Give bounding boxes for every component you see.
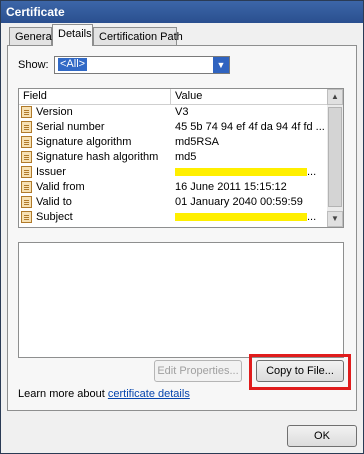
tab-general[interactable]: General [9, 27, 55, 45]
column-header-value[interactable]: Value [171, 89, 328, 104]
field-name: Issuer [36, 166, 66, 178]
vertical-scrollbar[interactable]: ▲ ▼ [327, 89, 343, 227]
list-item[interactable]: Version V3 [19, 105, 328, 120]
field-value: md5RSA [175, 136, 220, 148]
field-value-redacted: ... [175, 165, 325, 180]
field-name: Signature algorithm [36, 136, 132, 148]
field-name: Serial number [36, 121, 105, 133]
edit-properties-button[interactable]: Edit Properties... [154, 360, 242, 382]
list-item[interactable]: Serial number 45 5b 74 94 ef 4f da 94 4f… [19, 120, 328, 135]
list-item[interactable]: Signature algorithm md5RSA [19, 135, 328, 150]
title-bar[interactable]: Certificate [1, 1, 363, 23]
show-dropdown[interactable]: <All> ▼ [54, 56, 230, 74]
field-value: 16 June 2011 15:15:12 [175, 181, 287, 193]
certificate-field-icon [21, 166, 32, 178]
tab-certification-path-label: Certification Path [99, 31, 183, 43]
list-rows: Version V3 Serial number 45 5b 74 94 ef … [19, 105, 328, 225]
chevron-down-icon[interactable]: ▼ [213, 57, 229, 73]
field-name: Subject [36, 211, 73, 223]
field-name: Valid to [36, 196, 72, 208]
certificate-field-icon [21, 211, 32, 223]
column-header-field[interactable]: Field [19, 89, 171, 104]
certificate-field-icon [21, 196, 32, 208]
field-name: Version [36, 106, 73, 118]
learn-more-text: Learn more about certificate details [18, 388, 190, 400]
window-title: Certificate [6, 5, 65, 19]
list-item[interactable]: Issuer ... [19, 165, 328, 180]
certificate-field-icon [21, 106, 32, 118]
tab-details-label: Details [58, 28, 92, 40]
list-header: Field Value [19, 89, 328, 105]
field-value-redacted: ... [175, 210, 325, 225]
certificate-field-icon [21, 121, 32, 133]
field-value: 01 January 2040 00:59:59 [175, 196, 303, 208]
field-name: Valid from [36, 181, 85, 193]
field-value: ... [307, 166, 317, 178]
scroll-down-icon[interactable]: ▼ [327, 211, 343, 227]
field-value: V3 [175, 106, 189, 118]
field-name: Signature hash algorithm [36, 151, 159, 163]
list-item[interactable]: Subject ... [19, 210, 328, 225]
fields-list[interactable]: Field Value Version V3 Serial number 45 … [18, 88, 344, 228]
list-item[interactable]: Signature hash algorithm md5 [19, 150, 328, 165]
scroll-up-icon[interactable]: ▲ [327, 89, 343, 105]
certificate-field-icon [21, 181, 32, 193]
ok-button[interactable]: OK [287, 425, 357, 447]
details-panel: Show: <All> ▼ Field Value Version V3 Ser… [7, 45, 357, 411]
field-detail-textbox[interactable] [18, 242, 344, 358]
list-item[interactable]: Valid from 16 June 2011 15:15:12 [19, 180, 328, 195]
field-value: 45 5b 74 94 ef 4f da 94 4f fd ... [175, 121, 325, 133]
certificate-field-icon [21, 151, 32, 163]
certificate-dialog: Certificate General Details Certificatio… [0, 0, 364, 454]
learn-more-prefix: Learn more about [18, 388, 108, 400]
tab-general-label: General [15, 31, 55, 43]
redaction-highlight [175, 213, 307, 222]
show-selected-value: <All> [58, 58, 88, 71]
copy-to-file-button[interactable]: Copy to File... [256, 360, 344, 382]
tab-details[interactable]: Details [52, 24, 93, 46]
certificate-details-link[interactable]: certificate details [108, 388, 190, 400]
certificate-field-icon [21, 136, 32, 148]
field-value: md5 [175, 151, 197, 163]
scroll-thumb[interactable] [328, 107, 342, 207]
list-item[interactable]: Valid to 01 January 2040 00:59:59 [19, 195, 328, 210]
redaction-highlight [175, 168, 307, 177]
tab-certification-path[interactable]: Certification Path [93, 27, 183, 45]
field-value: ... [307, 211, 317, 223]
show-label: Show: [18, 59, 49, 71]
